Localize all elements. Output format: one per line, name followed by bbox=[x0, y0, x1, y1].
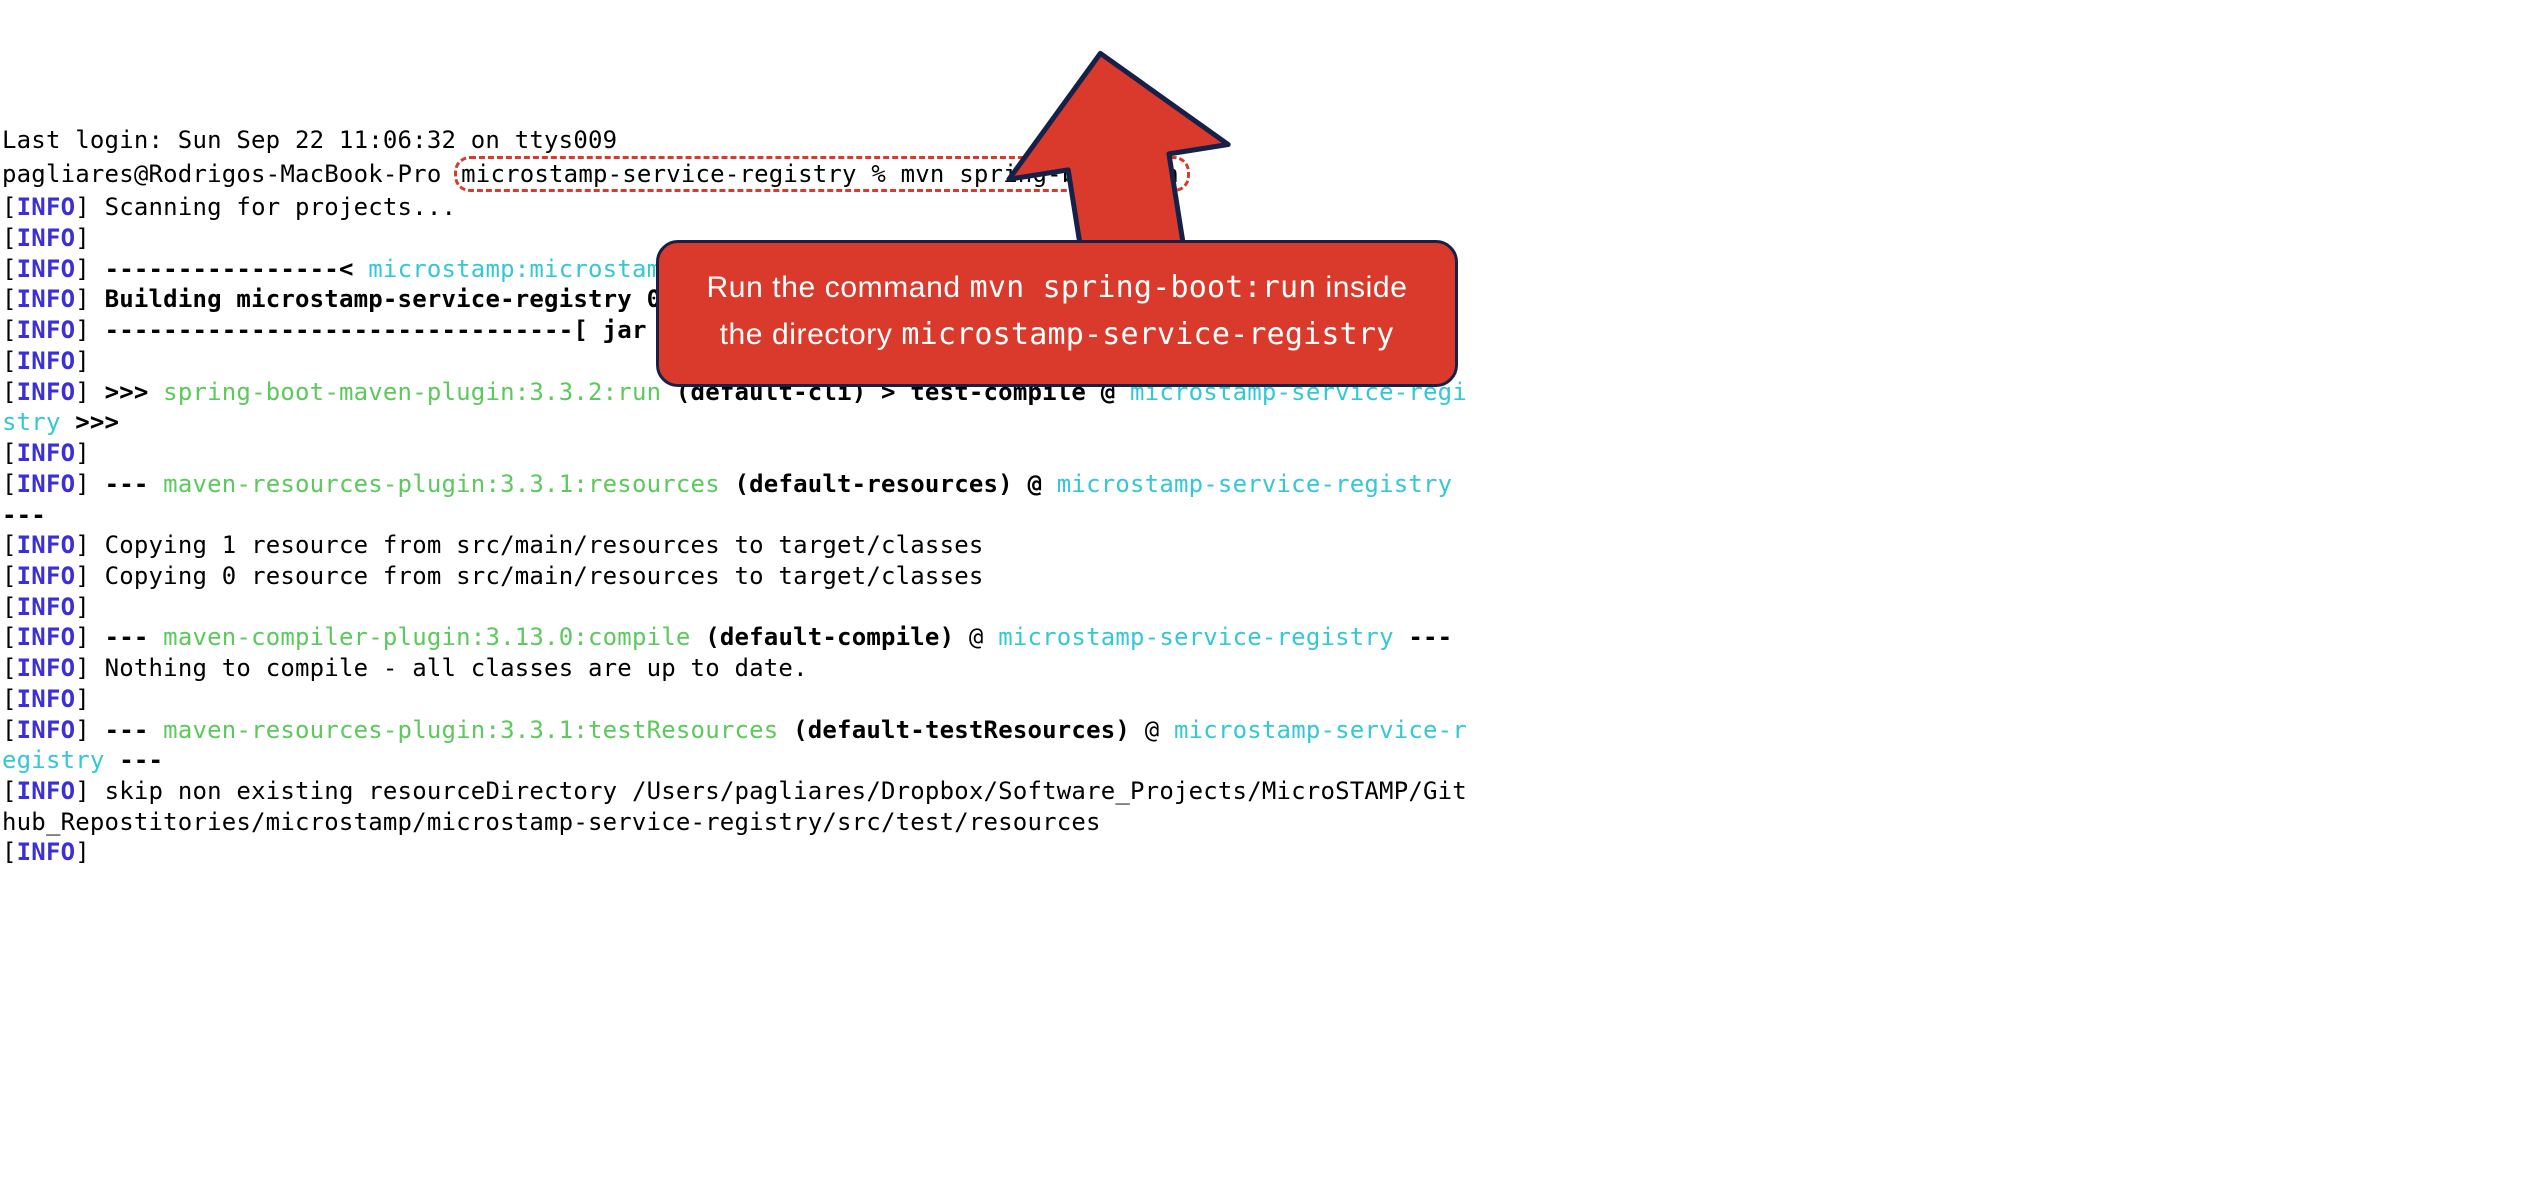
info-tag: INFO bbox=[17, 685, 76, 713]
service-wrap3: microstamp-service-r bbox=[1174, 716, 1467, 744]
service-reg3: microstamp-service-registry bbox=[998, 623, 1394, 651]
last-login-line: Last login: Sun Sep 22 11:06:32 on ttys0… bbox=[2, 126, 617, 154]
gtgt2: >>> bbox=[61, 408, 120, 436]
at-sym: @ bbox=[954, 623, 998, 651]
compiler-plugin: maven-compiler-plugin:3.13.0:compile bbox=[163, 623, 690, 651]
callout-cmd: mvn spring-boot:run bbox=[970, 270, 1317, 305]
dashes-trail: --- bbox=[105, 746, 164, 774]
service-wrap-cont: stry bbox=[2, 408, 61, 436]
dashes: --- bbox=[90, 470, 163, 498]
info-tag: INFO bbox=[17, 347, 76, 375]
terminal-output[interactable]: Last login: Sun Sep 22 11:06:32 on ttys0… bbox=[0, 123, 2534, 868]
prompt-user: pagliares@Rodrigos-MacBook-Pro bbox=[2, 160, 456, 188]
skip-line2: hub_Repostitories/microstamp/microstamp-… bbox=[2, 808, 1101, 836]
egistry-cont: egistry bbox=[2, 746, 105, 774]
info-tag: INFO bbox=[17, 255, 76, 283]
info-tag: INFO bbox=[17, 531, 76, 559]
command-highlight: microstamp-service-registry % mvn spring… bbox=[454, 156, 1190, 193]
info-tag: INFO bbox=[17, 623, 76, 651]
callout-dir: microstamp-service-registry bbox=[901, 317, 1394, 352]
info-tag: INFO bbox=[17, 224, 76, 252]
info-tag: INFO bbox=[17, 777, 76, 805]
compile-goal: (default-compile) bbox=[691, 623, 955, 651]
dashes: --- bbox=[90, 623, 163, 651]
sep-left: ----------------< bbox=[90, 255, 368, 283]
testres-plugin: maven-resources-plugin:3.3.1:testResourc… bbox=[163, 716, 778, 744]
dashes: --- bbox=[90, 716, 163, 744]
info-tag: INFO bbox=[17, 716, 76, 744]
testres-goal: (default-testResources) bbox=[778, 716, 1130, 744]
info-tag: INFO bbox=[17, 285, 76, 313]
info-tag: INFO bbox=[17, 593, 76, 621]
dashes-trail: --- bbox=[1394, 623, 1453, 651]
info-tag: INFO bbox=[17, 562, 76, 590]
info-tag: INFO bbox=[17, 193, 76, 221]
prompt-command: microstamp-service-registry % mvn spring… bbox=[461, 160, 1179, 188]
springboot-plugin: spring-boot-maven-plugin:3.3.2:run bbox=[163, 378, 661, 406]
callout-annotation: Run the command mvn spring-boot:run insi… bbox=[656, 240, 1458, 387]
nothing-compile-line: Nothing to compile - all classes are up … bbox=[90, 654, 808, 682]
info-tag: INFO bbox=[17, 470, 76, 498]
resources-goal: (default-resources) @ bbox=[720, 470, 1057, 498]
resources-plugin: maven-resources-plugin:3.3.1:resources bbox=[163, 470, 720, 498]
skip-line1: skip non existing resourceDirectory /Use… bbox=[90, 777, 1467, 805]
scanning-text: Scanning for projects... bbox=[90, 193, 456, 221]
info-tag: INFO bbox=[17, 378, 76, 406]
info-tag: INFO bbox=[17, 654, 76, 682]
at-sym: @ bbox=[1130, 716, 1174, 744]
dashes-end: --- bbox=[2, 501, 46, 529]
service-reg2: microstamp-service-registry bbox=[1057, 470, 1453, 498]
info-tag: INFO bbox=[17, 316, 76, 344]
gtgt-mark: >>> bbox=[90, 378, 163, 406]
info-tag: INFO bbox=[17, 838, 76, 866]
info-tag: INFO bbox=[17, 439, 76, 467]
copy1-line: Copying 1 resource from src/main/resourc… bbox=[90, 531, 984, 559]
callout-text1: Run the command bbox=[707, 271, 970, 304]
copy0-line: Copying 0 resource from src/main/resourc… bbox=[90, 562, 984, 590]
